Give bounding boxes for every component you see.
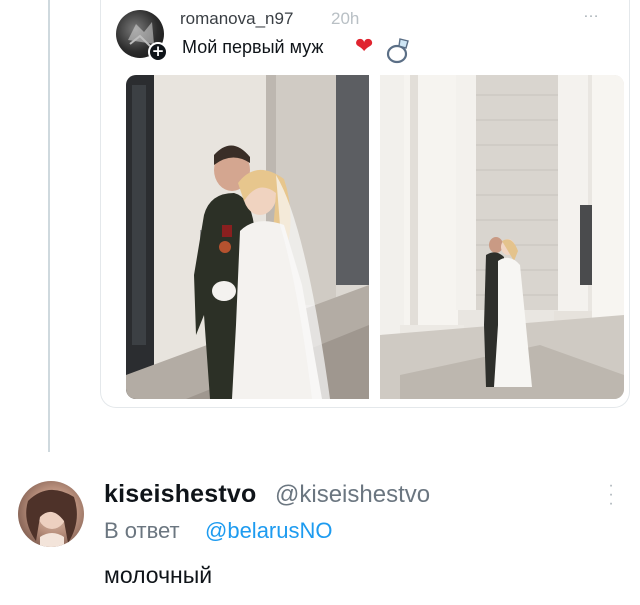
quoted-username[interactable]: romanova_n97 bbox=[180, 9, 293, 29]
reply-text: молочный bbox=[104, 562, 213, 588]
more-options-vertical-icon[interactable]: · · · bbox=[606, 478, 616, 512]
more-options-icon[interactable]: … bbox=[583, 4, 600, 22]
quoted-tweet-text: Мой первый муж bbox=[182, 37, 324, 57]
replying-to-mention-link[interactable]: @belarusNO bbox=[205, 518, 333, 544]
follow-plus-icon[interactable]: + bbox=[148, 42, 168, 62]
heart-icon: ❤ bbox=[355, 34, 374, 59]
reply-user-avatar[interactable] bbox=[18, 481, 84, 547]
couple-photo-colonnade[interactable] bbox=[380, 75, 624, 399]
thread-connector-line bbox=[48, 0, 50, 452]
reply-handle[interactable]: @kiseishestvo bbox=[275, 481, 430, 509]
quoted-timestamp[interactable]: 20h bbox=[331, 9, 359, 29]
ring-icon bbox=[386, 38, 409, 64]
replying-to-label: В ответ bbox=[104, 518, 180, 543]
reply-display-name[interactable]: kiseishestvo bbox=[104, 480, 257, 509]
dot-icon: · bbox=[608, 495, 614, 512]
couple-photo-embrace[interactable] bbox=[126, 75, 369, 399]
